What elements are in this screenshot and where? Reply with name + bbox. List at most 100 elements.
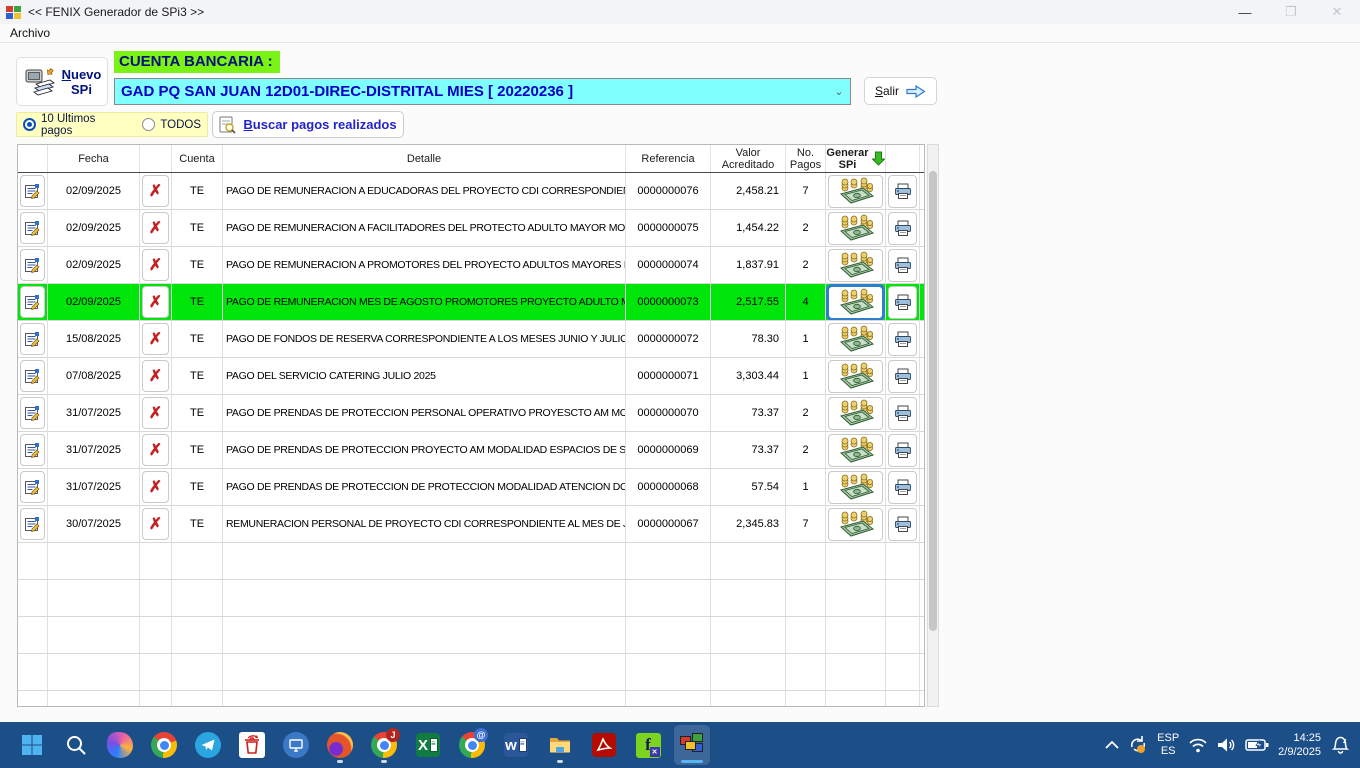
delete-row-button[interactable]: ✗ bbox=[142, 249, 169, 281]
print-button[interactable] bbox=[888, 471, 917, 504]
fecha-cell: 02/09/2025 bbox=[48, 247, 140, 283]
buscar-pagos-button[interactable]: Buscar pagos realizados bbox=[212, 111, 404, 138]
generar-spi-button[interactable] bbox=[828, 175, 883, 208]
edit-row-button[interactable] bbox=[20, 249, 45, 281]
taskbar-chrome-profile-2[interactable]: @ bbox=[454, 725, 490, 765]
edit-row-button[interactable] bbox=[20, 323, 45, 355]
scrollbar-thumb[interactable] bbox=[929, 171, 937, 631]
edit-row-button[interactable] bbox=[20, 286, 45, 318]
cuenta-cell: TE bbox=[172, 321, 223, 357]
taskbar-acrobat[interactable] bbox=[586, 725, 622, 765]
svg-text:z: z bbox=[1343, 738, 1347, 745]
table-row[interactable]: 07/08/2025 ✗ TE PAGO DEL SERVICIO CATERI… bbox=[18, 358, 924, 395]
delete-x-icon: ✗ bbox=[149, 366, 162, 386]
print-button[interactable] bbox=[888, 360, 917, 393]
close-button[interactable]: ✕ bbox=[1314, 0, 1360, 24]
table-row[interactable]: 31/07/2025 ✗ TE PAGO DE PRENDAS DE PROTE… bbox=[18, 469, 924, 506]
taskbar-copilot[interactable] bbox=[102, 725, 138, 765]
delete-row-button[interactable]: ✗ bbox=[142, 323, 169, 355]
generar-spi-button[interactable] bbox=[828, 249, 883, 282]
nuevo-spi-button[interactable]: Nuevo SPi bbox=[16, 57, 108, 106]
edit-row-button[interactable] bbox=[20, 471, 45, 503]
taskbar-word[interactable]: w≡ bbox=[498, 725, 534, 765]
generar-spi-button[interactable] bbox=[828, 397, 883, 430]
delete-row-button[interactable]: ✗ bbox=[142, 434, 169, 466]
generar-spi-button[interactable] bbox=[828, 508, 883, 541]
edit-row-button[interactable] bbox=[20, 434, 45, 466]
taskbar-fenix-spi3-active[interactable] bbox=[674, 725, 710, 765]
language-indicator[interactable]: ESP ES bbox=[1157, 732, 1179, 758]
print-button[interactable] bbox=[888, 212, 917, 245]
delete-cell: ✗ bbox=[140, 247, 172, 283]
print-button[interactable] bbox=[888, 508, 917, 541]
printer-icon bbox=[894, 331, 912, 348]
generar-spi-button[interactable] bbox=[828, 323, 883, 356]
referencia-cell: 0000000070 bbox=[626, 395, 711, 431]
delete-row-button[interactable]: ✗ bbox=[142, 212, 169, 244]
taskbar-file-explorer[interactable] bbox=[542, 725, 578, 765]
taskbar-telegram[interactable] bbox=[190, 725, 226, 765]
table-row[interactable]: 30/07/2025 ✗ TE REMUNERACION PERSONAL DE… bbox=[18, 506, 924, 543]
clock[interactable]: 14:25 2/9/2025 bbox=[1278, 731, 1321, 759]
cuenta-cell: TE bbox=[172, 247, 223, 283]
generar-spi-button[interactable] bbox=[828, 212, 883, 245]
restore-button[interactable]: ❐ bbox=[1268, 0, 1314, 24]
table-row[interactable]: 31/07/2025 ✗ TE PAGO DE PRENDAS DE PROTE… bbox=[18, 395, 924, 432]
table-row[interactable]: 02/09/2025 ✗ TE PAGO DE REMUNERACION A E… bbox=[18, 173, 924, 210]
taskbar-chrome[interactable] bbox=[146, 725, 182, 765]
volume-icon[interactable] bbox=[1217, 737, 1236, 753]
delete-row-button[interactable]: ✗ bbox=[142, 360, 169, 392]
edit-row-button[interactable] bbox=[20, 175, 45, 207]
print-button[interactable] bbox=[888, 323, 917, 356]
generar-spi-button[interactable] bbox=[828, 471, 883, 504]
print-button[interactable] bbox=[888, 286, 917, 319]
fecha-cell: 02/09/2025 bbox=[48, 284, 140, 320]
taskbar-fenix[interactable]: f✕ bbox=[630, 725, 666, 765]
print-button[interactable] bbox=[888, 434, 917, 467]
edit-row-button[interactable] bbox=[20, 360, 45, 392]
print-button[interactable] bbox=[888, 397, 917, 430]
table-row[interactable]: 02/09/2025 ✗ TE PAGO DE REMUNERACION A F… bbox=[18, 210, 924, 247]
delete-row-button[interactable]: ✗ bbox=[142, 397, 169, 429]
radio-todos[interactable] bbox=[142, 118, 155, 131]
printer-icon bbox=[894, 294, 912, 311]
taskbar-remote-desktop[interactable] bbox=[278, 725, 314, 765]
edit-row-button[interactable] bbox=[20, 397, 45, 429]
delete-row-button[interactable]: ✗ bbox=[142, 286, 169, 318]
taskbar-chrome-profile-j[interactable]: J bbox=[366, 725, 402, 765]
battery-icon[interactable] bbox=[1245, 738, 1269, 752]
edit-row-button[interactable] bbox=[20, 212, 45, 244]
generar-spi-button[interactable] bbox=[828, 286, 883, 319]
cuenta-cell: TE bbox=[172, 284, 223, 320]
header-no-pagos: No. Pagos bbox=[786, 145, 826, 172]
delete-row-button[interactable]: ✗ bbox=[142, 175, 169, 207]
menu-archivo[interactable]: Archivo bbox=[0, 26, 60, 40]
print-button[interactable] bbox=[888, 175, 917, 208]
taskbar-recycle-bin[interactable] bbox=[234, 725, 270, 765]
delete-row-button[interactable]: ✗ bbox=[142, 508, 169, 540]
salir-button[interactable]: Salir bbox=[864, 77, 937, 105]
minimize-button[interactable]: — bbox=[1222, 0, 1268, 24]
tray-sync-icon[interactable] bbox=[1128, 735, 1148, 755]
radio-10-ultimos[interactable] bbox=[23, 118, 36, 131]
wifi-icon[interactable] bbox=[1188, 737, 1208, 753]
cuenta-bancaria-select[interactable]: GAD PQ SAN JUAN 12D01-DIREC-DISTRITAL MI… bbox=[114, 78, 851, 105]
edit-row-button[interactable] bbox=[20, 508, 45, 540]
table-row[interactable]: 31/07/2025 ✗ TE PAGO DE PRENDAS DE PROTE… bbox=[18, 432, 924, 469]
taskbar-search-button[interactable] bbox=[58, 725, 94, 765]
tray-chevron-up-icon[interactable] bbox=[1105, 741, 1119, 749]
generar-spi-button[interactable] bbox=[828, 360, 883, 393]
chevron-down-icon[interactable]: ⌄ bbox=[828, 85, 850, 98]
taskbar-firefox[interactable] bbox=[322, 725, 358, 765]
tray-time: 14:25 bbox=[1278, 731, 1321, 745]
table-vertical-scrollbar[interactable] bbox=[927, 144, 939, 707]
table-row[interactable]: 02/09/2025 ✗ TE PAGO DE REMUNERACION MES… bbox=[18, 284, 924, 321]
table-row[interactable]: 02/09/2025 ✗ TE PAGO DE REMUNERACION A P… bbox=[18, 247, 924, 284]
start-button[interactable] bbox=[14, 725, 50, 765]
delete-row-button[interactable]: ✗ bbox=[142, 471, 169, 503]
generar-spi-button[interactable] bbox=[828, 434, 883, 467]
table-row[interactable]: 15/08/2025 ✗ TE PAGO DE FONDOS DE RESERV… bbox=[18, 321, 924, 358]
taskbar-excel[interactable]: X≡ bbox=[410, 725, 446, 765]
print-button[interactable] bbox=[888, 249, 917, 282]
notification-bell-icon[interactable]: z bbox=[1330, 736, 1350, 754]
